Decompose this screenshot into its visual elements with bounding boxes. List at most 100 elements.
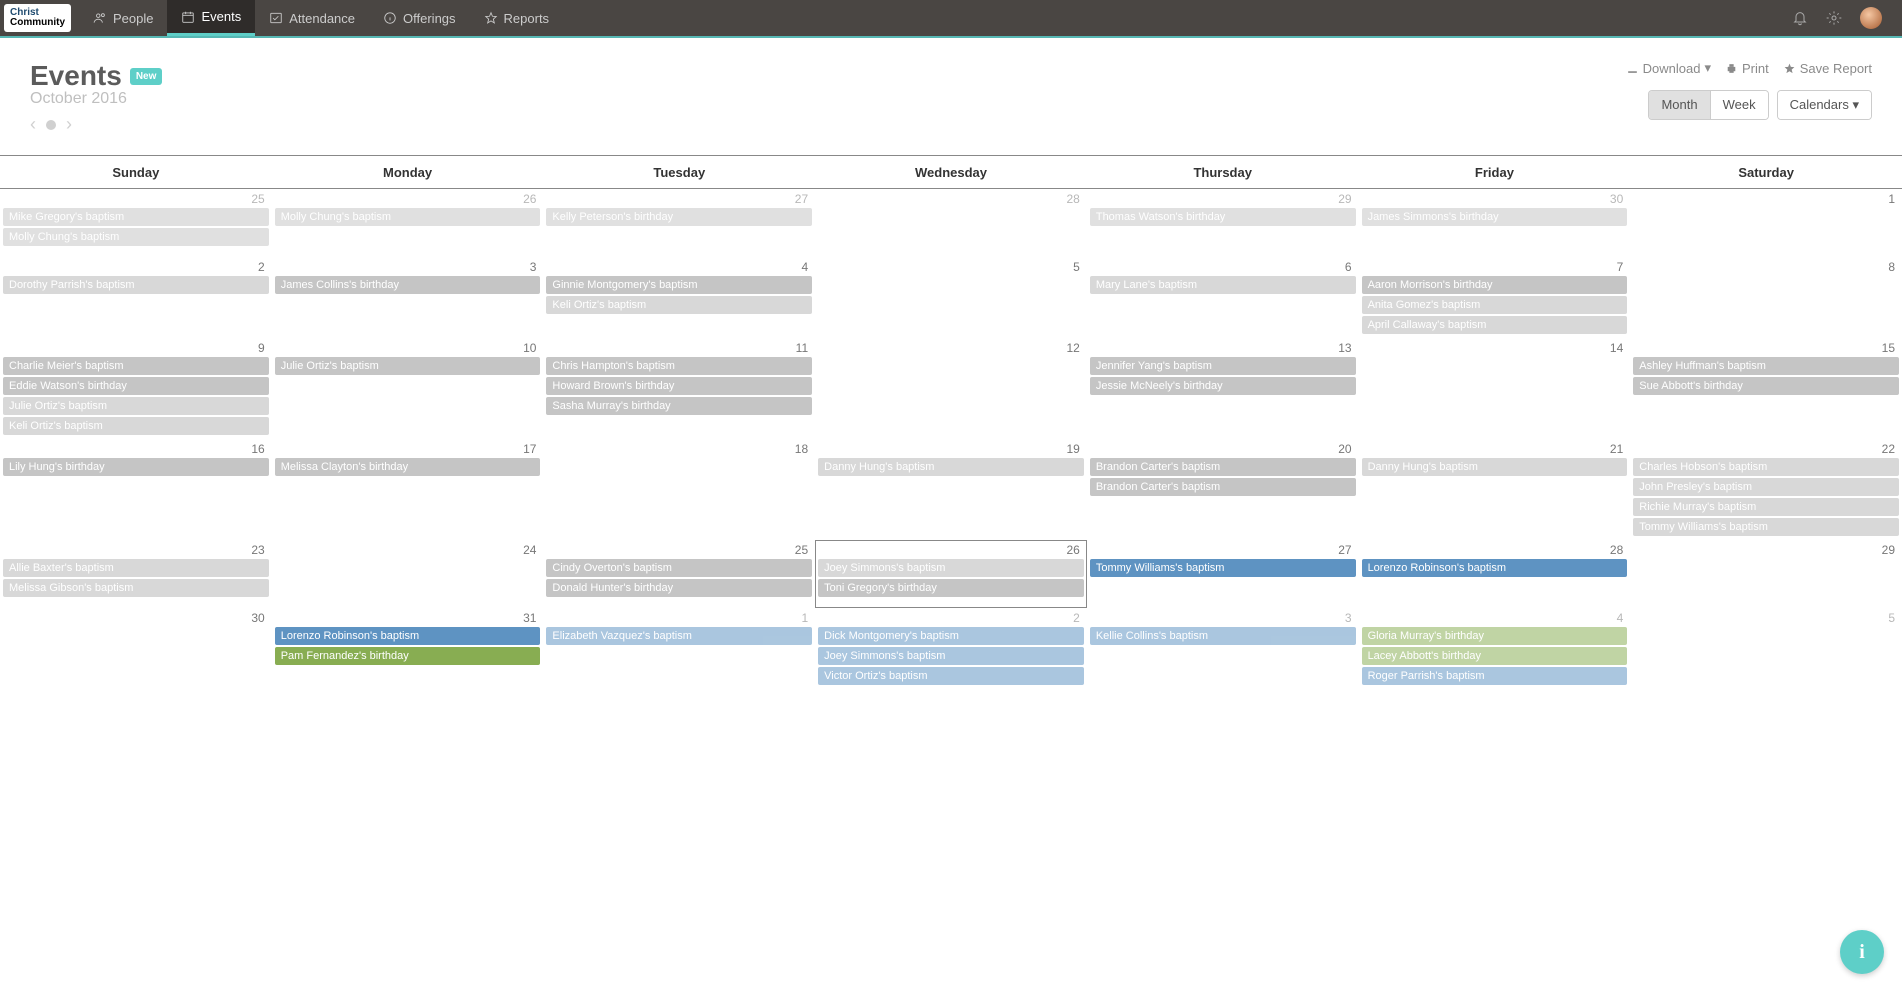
- app-logo[interactable]: Christ Community: [4, 4, 71, 32]
- calendar-cell[interactable]: 9Charlie Meier's baptismEddie Watson's b…: [0, 338, 272, 439]
- event-item[interactable]: Aaron Morrison's birthday: [1362, 276, 1628, 294]
- calendar-cell[interactable]: 24: [272, 540, 544, 608]
- event-item[interactable]: Thomas Watson's birthday: [1090, 208, 1356, 226]
- calendar-cell[interactable]: 28Lorenzo Robinson's baptism: [1359, 540, 1631, 608]
- user-avatar[interactable]: [1860, 7, 1882, 29]
- event-item[interactable]: Joey Simmons's baptism: [818, 559, 1084, 577]
- event-item[interactable]: Ginnie Montgomery's baptism: [546, 276, 812, 294]
- event-item[interactable]: Allie Baxter's baptism: [3, 559, 269, 577]
- calendar-cell[interactable]: 26Joey Simmons's baptismToni Gregory's b…: [815, 540, 1087, 608]
- download-button[interactable]: Download ▾: [1626, 60, 1711, 76]
- event-item[interactable]: Kelly Peterson's birthday: [546, 208, 812, 226]
- event-item[interactable]: Julie Ortiz's baptism: [275, 357, 541, 375]
- event-item[interactable]: Lorenzo Robinson's baptism: [1362, 559, 1628, 577]
- calendar-cell[interactable]: 22Charles Hobson's baptismJohn Presley's…: [1630, 439, 1902, 540]
- calendar-cell[interactable]: 15Ashley Huffman's baptismSue Abbott's b…: [1630, 338, 1902, 439]
- calendar-cell[interactable]: 18: [543, 439, 815, 540]
- help-fab[interactable]: i: [1840, 930, 1884, 974]
- event-item[interactable]: James Simmons's birthday: [1362, 208, 1628, 226]
- event-item[interactable]: Roger Parrish's baptism: [1362, 667, 1628, 685]
- event-item[interactable]: Howard Brown's birthday: [546, 377, 812, 395]
- event-item[interactable]: Tommy Williams's baptism: [1633, 518, 1899, 536]
- calendar-cell[interactable]: 3James Collins's birthday: [272, 257, 544, 338]
- nav-people[interactable]: People: [79, 0, 167, 36]
- calendar-cell[interactable]: 21Danny Hung's baptism: [1359, 439, 1631, 540]
- calendar-cell[interactable]: 6Mary Lane's baptism: [1087, 257, 1359, 338]
- event-item[interactable]: Danny Hung's baptism: [818, 458, 1084, 476]
- save-report-button[interactable]: Save Report: [1783, 60, 1872, 76]
- calendar-cell[interactable]: 17Melissa Clayton's birthday: [272, 439, 544, 540]
- calendar-cell[interactable]: 4Ginnie Montgomery's baptismKeli Ortiz's…: [543, 257, 815, 338]
- month-view-button[interactable]: Month: [1649, 91, 1709, 119]
- event-item[interactable]: Keli Ortiz's baptism: [3, 417, 269, 435]
- calendar-cell[interactable]: 1Elizabeth Vazquez's baptism: [543, 608, 815, 689]
- calendar-cell[interactable]: 27Tommy Williams's baptism: [1087, 540, 1359, 608]
- calendar-cell[interactable]: 30: [0, 608, 272, 689]
- event-item[interactable]: James Collins's birthday: [275, 276, 541, 294]
- event-item[interactable]: Dick Montgomery's baptism: [818, 627, 1084, 645]
- event-item[interactable]: Sasha Murray's birthday: [546, 397, 812, 415]
- event-item[interactable]: Eddie Watson's birthday: [3, 377, 269, 395]
- today-dot-button[interactable]: [46, 120, 56, 130]
- nav-attendance[interactable]: Attendance: [255, 0, 369, 36]
- event-item[interactable]: Lacey Abbott's birthday: [1362, 647, 1628, 665]
- nav-events[interactable]: Events: [167, 0, 255, 36]
- event-item[interactable]: Danny Hung's baptism: [1362, 458, 1628, 476]
- bell-icon[interactable]: [1792, 10, 1808, 26]
- event-item[interactable]: Joey Simmons's baptism: [818, 647, 1084, 665]
- event-item[interactable]: Charles Hobson's baptism: [1633, 458, 1899, 476]
- event-item[interactable]: Victor Ortiz's baptism: [818, 667, 1084, 685]
- calendar-cell[interactable]: 19Danny Hung's baptism: [815, 439, 1087, 540]
- calendar-cell[interactable]: 1: [1630, 189, 1902, 257]
- nav-offerings[interactable]: Offerings: [369, 0, 470, 36]
- print-button[interactable]: Print: [1725, 60, 1769, 76]
- calendar-cell[interactable]: 31Lorenzo Robinson's baptismPam Fernande…: [272, 608, 544, 689]
- event-item[interactable]: Melissa Clayton's birthday: [275, 458, 541, 476]
- event-item[interactable]: Mary Lane's baptism: [1090, 276, 1356, 294]
- event-item[interactable]: Molly Chung's baptism: [275, 208, 541, 226]
- event-item[interactable]: Tommy Williams's baptism: [1090, 559, 1356, 577]
- calendar-cell[interactable]: 2Dick Montgomery's baptismJoey Simmons's…: [815, 608, 1087, 689]
- calendar-cell[interactable]: 16Lily Hung's birthday: [0, 439, 272, 540]
- event-item[interactable]: Ashley Huffman's baptism: [1633, 357, 1899, 375]
- calendar-cell[interactable]: 13Jennifer Yang's baptismJessie McNeely'…: [1087, 338, 1359, 439]
- calendar-cell[interactable]: 5: [1630, 608, 1902, 689]
- calendar-cell[interactable]: 7Aaron Morrison's birthdayAnita Gomez's …: [1359, 257, 1631, 338]
- event-item[interactable]: Anita Gomez's baptism: [1362, 296, 1628, 314]
- calendar-cell[interactable]: 20Brandon Carter's baptismBrandon Carter…: [1087, 439, 1359, 540]
- event-item[interactable]: Jessie McNeely's birthday: [1090, 377, 1356, 395]
- calendar-cell[interactable]: 11Chris Hampton's baptismHoward Brown's …: [543, 338, 815, 439]
- event-item[interactable]: April Callaway's baptism: [1362, 316, 1628, 334]
- prev-month-button[interactable]: ‹: [30, 114, 36, 135]
- calendar-cell[interactable]: 25Mike Gregory's baptismMolly Chung's ba…: [0, 189, 272, 257]
- calendar-cell[interactable]: 3Kellie Collins's baptism: [1087, 608, 1359, 689]
- event-item[interactable]: Toni Gregory's birthday: [818, 579, 1084, 597]
- calendar-cell[interactable]: 12: [815, 338, 1087, 439]
- gear-icon[interactable]: [1826, 10, 1842, 26]
- event-item[interactable]: Elizabeth Vazquez's baptism: [546, 627, 812, 645]
- calendar-cell[interactable]: 14: [1359, 338, 1631, 439]
- new-badge[interactable]: New: [130, 68, 163, 85]
- event-item[interactable]: John Presley's baptism: [1633, 478, 1899, 496]
- calendar-cell[interactable]: 4Gloria Murray's birthdayLacey Abbott's …: [1359, 608, 1631, 689]
- calendar-cell[interactable]: 2Dorothy Parrish's baptism: [0, 257, 272, 338]
- event-item[interactable]: Jennifer Yang's baptism: [1090, 357, 1356, 375]
- event-item[interactable]: Lorenzo Robinson's baptism: [275, 627, 541, 645]
- event-item[interactable]: Charlie Meier's baptism: [3, 357, 269, 375]
- event-item[interactable]: Lily Hung's birthday: [3, 458, 269, 476]
- event-item[interactable]: Cindy Overton's baptism: [546, 559, 812, 577]
- calendar-cell[interactable]: 27Kelly Peterson's birthday: [543, 189, 815, 257]
- event-item[interactable]: Donald Hunter's birthday: [546, 579, 812, 597]
- calendar-cell[interactable]: 30James Simmons's birthday: [1359, 189, 1631, 257]
- event-item[interactable]: Mike Gregory's baptism: [3, 208, 269, 226]
- event-item[interactable]: Dorothy Parrish's baptism: [3, 276, 269, 294]
- nav-reports[interactable]: Reports: [470, 0, 564, 36]
- calendars-button[interactable]: Calendars ▾: [1778, 91, 1871, 119]
- calendars-dropdown[interactable]: Calendars ▾: [1777, 90, 1872, 120]
- calendar-cell[interactable]: 25Cindy Overton's baptismDonald Hunter's…: [543, 540, 815, 608]
- event-item[interactable]: Kellie Collins's baptism: [1090, 627, 1356, 645]
- event-item[interactable]: Chris Hampton's baptism: [546, 357, 812, 375]
- calendar-cell[interactable]: 29: [1630, 540, 1902, 608]
- week-view-button[interactable]: Week: [1710, 91, 1768, 119]
- event-item[interactable]: Keli Ortiz's baptism: [546, 296, 812, 314]
